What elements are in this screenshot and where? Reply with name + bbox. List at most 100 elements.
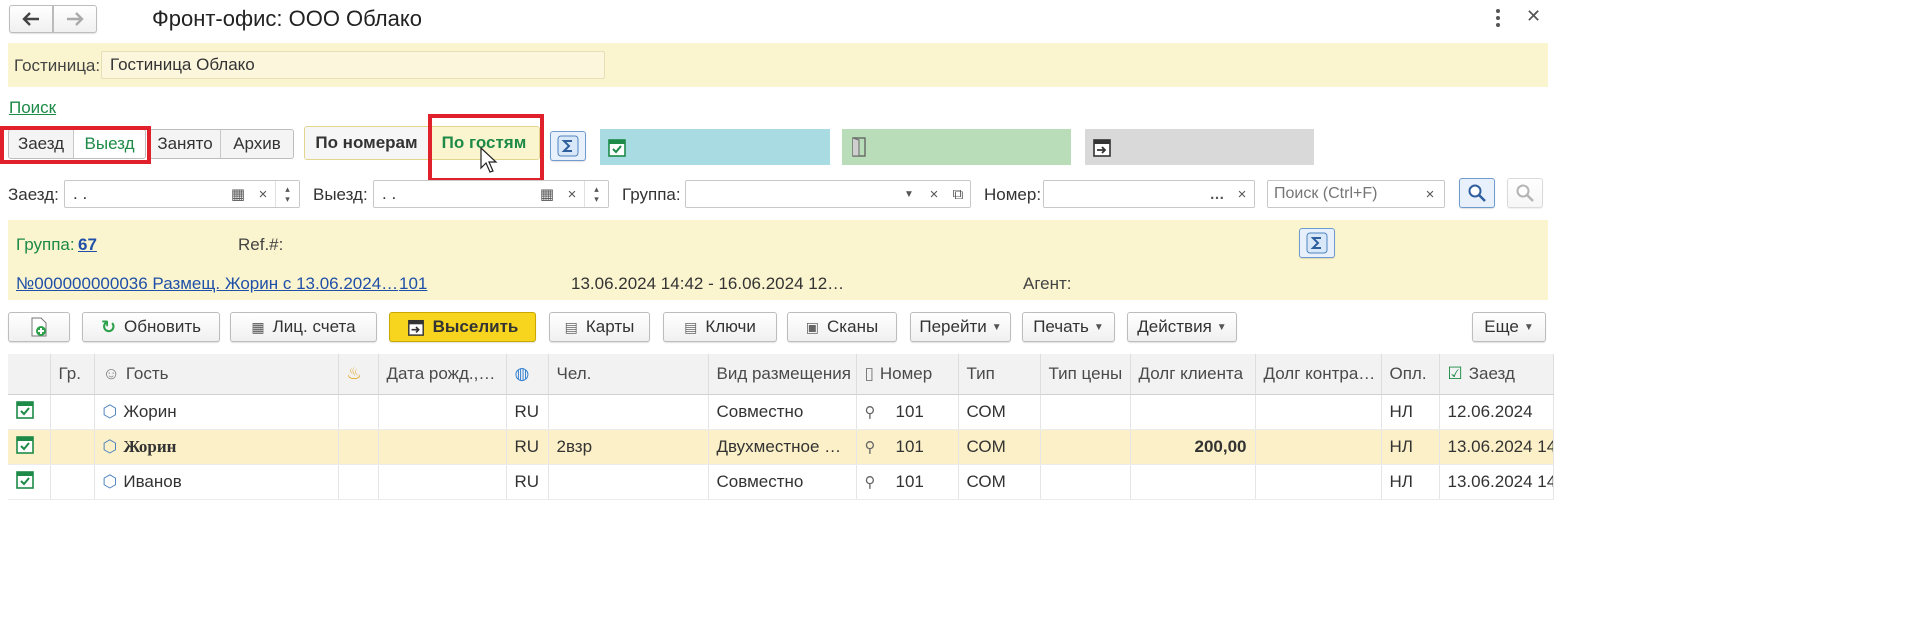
- cell-type: СОМ: [958, 464, 1041, 500]
- add-button[interactable]: [8, 312, 70, 342]
- calendar-check-icon: [608, 139, 626, 157]
- goto-button[interactable]: Перейти ▼: [910, 312, 1011, 342]
- group-number-link[interactable]: 67: [78, 235, 97, 255]
- back-button[interactable]: [9, 5, 53, 33]
- col-type[interactable]: Тип: [958, 354, 1041, 395]
- select-icon[interactable]: …: [1204, 181, 1230, 207]
- clear-icon[interactable]: ×: [922, 181, 946, 207]
- col-contractor-debt[interactable]: Долг контра…: [1255, 354, 1382, 395]
- room-link[interactable]: 101: [399, 274, 427, 294]
- calendar-check-icon: [16, 401, 34, 419]
- search-field[interactable]: ×: [1267, 180, 1445, 208]
- cards-button[interactable]: ▤ Карты: [549, 312, 650, 342]
- sum-button[interactable]: [550, 131, 586, 161]
- clear-icon[interactable]: ×: [1418, 181, 1442, 207]
- table-row[interactable]: ⬡ Жорин RU 2взр Двухместное … ⚲ 101 СОМ 20…: [8, 429, 1554, 465]
- chevron-down-icon: ▼: [1093, 321, 1104, 333]
- filter-group-label: Группа:: [622, 185, 681, 204]
- cell-people: 2взр: [548, 429, 709, 465]
- open-icon[interactable]: ⧉: [946, 181, 970, 207]
- calendar-icon[interactable]: ▦: [225, 181, 251, 207]
- group-sum-button[interactable]: [1299, 228, 1335, 258]
- col-country[interactable]: ◍: [506, 354, 549, 395]
- accounts-button[interactable]: ▦ Лиц. счета: [230, 312, 377, 342]
- cell-birthdate: [378, 429, 507, 465]
- calculator-icon: ▦: [251, 318, 265, 335]
- col-group[interactable]: Гр.: [50, 354, 95, 395]
- filter-checkin-label: Заезд:: [8, 185, 59, 204]
- group-field[interactable]: ▼ × ⧉: [685, 180, 971, 208]
- print-button[interactable]: Печать ▼: [1022, 312, 1115, 342]
- cards-label: Карты: [585, 317, 635, 336]
- filter-room-label: Номер:: [984, 185, 1042, 204]
- tab-archive[interactable]: Архив: [221, 130, 293, 158]
- dropdown-icon[interactable]: ▼: [896, 181, 922, 207]
- forward-button[interactable]: [53, 5, 97, 33]
- search-link[interactable]: Поиск: [9, 98, 56, 118]
- cell-client-debt: [1130, 394, 1256, 430]
- room-number: 101: [895, 436, 924, 456]
- legend-checkin: [600, 129, 830, 165]
- cell-birthdate: [378, 464, 507, 500]
- table-row[interactable]: ⬡ Иванов RU Совместно ⚲ 101 СОМ НЛ 13.06.2…: [8, 464, 1554, 500]
- cell-country: RU: [506, 464, 549, 500]
- more-button[interactable]: Еще ▼: [1472, 312, 1546, 342]
- cell-group: [50, 464, 95, 500]
- calendar-icon[interactable]: ▦: [534, 181, 560, 207]
- highlight-status-tabs: [0, 126, 151, 164]
- col-birthday-icon[interactable]: ♨: [338, 354, 379, 395]
- col-client-debt[interactable]: Долг клиента: [1130, 354, 1256, 395]
- cell-price-type: [1040, 429, 1131, 465]
- goto-label: Перейти: [919, 317, 987, 336]
- keys-button[interactable]: ▤ Ключи: [663, 312, 777, 342]
- cell-room: ⚲ 101: [856, 429, 959, 465]
- cleaning-icon: ⚲: [864, 403, 876, 421]
- checkout-date-field[interactable]: . . ▦ × ▴ ▾: [373, 180, 609, 208]
- actions-button[interactable]: Действия ▼: [1127, 312, 1237, 342]
- refresh-button[interactable]: ↻ Обновить: [82, 312, 220, 342]
- calendar-exit-icon: [407, 319, 424, 336]
- more-menu-icon[interactable]: [1492, 8, 1504, 28]
- close-icon[interactable]: ✕: [1526, 6, 1541, 27]
- search-button[interactable]: [1459, 178, 1495, 208]
- document-link[interactable]: №000000000036 Размещ. Жорин с 13.06.2024…: [16, 274, 398, 294]
- search-input[interactable]: [1268, 182, 1418, 206]
- tab-by-rooms[interactable]: По номерам: [305, 127, 429, 159]
- scans-button[interactable]: ▣ Сканы: [787, 312, 897, 342]
- clear-icon[interactable]: ×: [560, 181, 584, 207]
- col-people[interactable]: Чел.: [548, 354, 709, 395]
- spin-icon[interactable]: ▴ ▾: [275, 181, 299, 207]
- checkout-button[interactable]: Выселить: [389, 312, 536, 342]
- col-accommodation[interactable]: Вид размещения: [708, 354, 857, 395]
- clear-icon[interactable]: ×: [251, 181, 275, 207]
- advanced-search-button[interactable]: [1507, 178, 1543, 208]
- more-label: Еще: [1484, 317, 1519, 336]
- room-field[interactable]: … ×: [1043, 180, 1255, 208]
- col-price-type[interactable]: Тип цены: [1040, 354, 1131, 395]
- checkin-date-field[interactable]: . . ▦ × ▴ ▾: [64, 180, 300, 208]
- spin-icon[interactable]: ▴ ▾: [584, 181, 608, 207]
- col-paid[interactable]: Опл.: [1381, 354, 1440, 395]
- legend-occupied: [842, 129, 1071, 165]
- cell-birthday: [338, 394, 379, 430]
- row-status-icon: [8, 394, 51, 430]
- col-status[interactable]: [8, 354, 51, 395]
- cell-contractor-debt: [1255, 429, 1382, 465]
- col-guest[interactable]: ☺ Гость: [94, 354, 339, 395]
- cell-birthday: [338, 429, 379, 465]
- tab-occupied[interactable]: Занято: [150, 130, 222, 158]
- clear-icon[interactable]: ×: [1230, 181, 1254, 207]
- hotel-field[interactable]: Гостиница Облако: [101, 51, 605, 79]
- stay-period: 13.06.2024 14:42 - 16.06.2024 12…: [571, 274, 845, 293]
- cell-guest: ⬡ Жорин: [94, 429, 339, 465]
- cards-icon: ▤: [564, 318, 578, 335]
- table-row[interactable]: ⬡ Жорин RU Совместно ⚲ 101 СОМ НЛ 12.06.20…: [8, 394, 1554, 430]
- cell-birthday: [338, 464, 379, 500]
- col-birthdate[interactable]: Дата рожд.,…: [378, 354, 507, 395]
- col-checkin[interactable]: ☑ Заезд: [1439, 354, 1554, 395]
- col-room[interactable]: ▯ Номер: [856, 354, 959, 395]
- cell-guest: ⬡ Жорин: [94, 394, 339, 430]
- calendar-check-icon: ☑: [1447, 363, 1463, 383]
- room-number: 101: [895, 471, 924, 491]
- table-header: Гр. ☺ Гость ♨ Дата рожд.,… ◍ Чел. Вид раз…: [8, 354, 1554, 395]
